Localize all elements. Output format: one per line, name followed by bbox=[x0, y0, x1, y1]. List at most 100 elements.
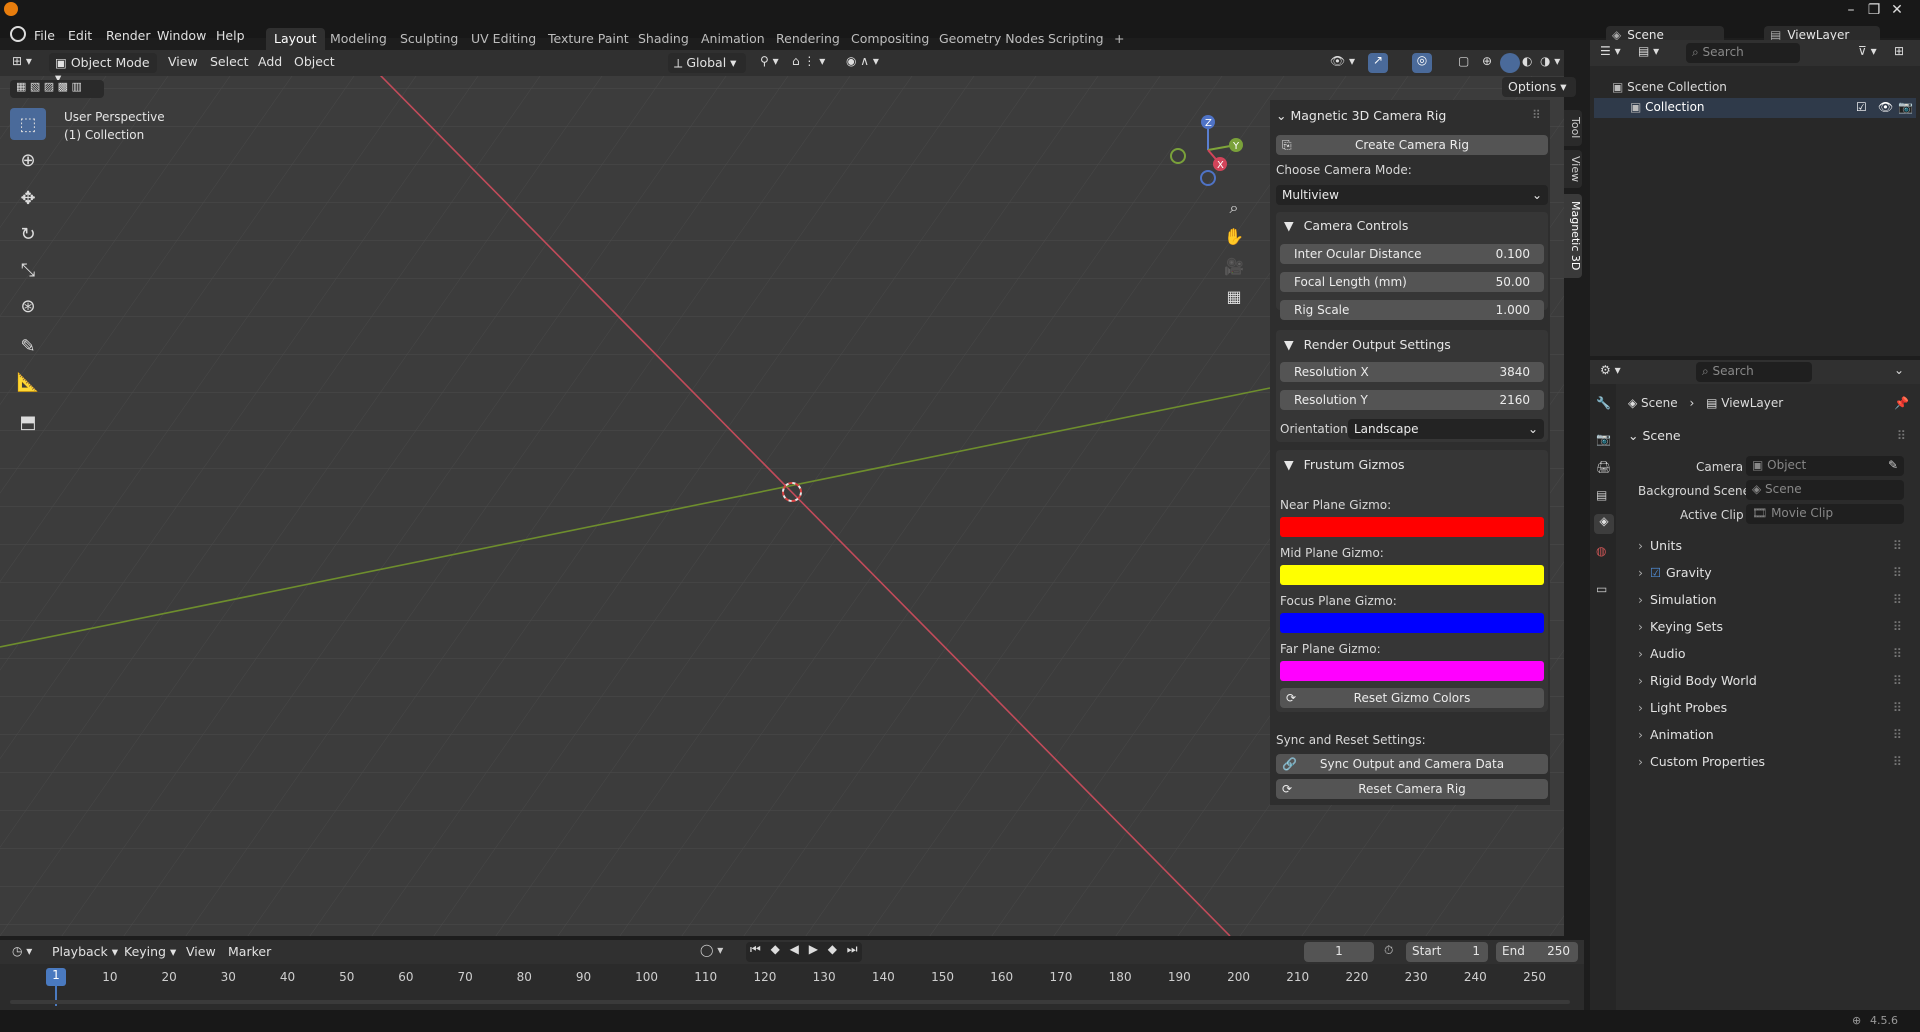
camera-view-icon[interactable]: 🎥 bbox=[1220, 252, 1248, 280]
shading-solid-icon[interactable] bbox=[1500, 53, 1520, 73]
close-window-button[interactable]: ✕ bbox=[1874, 0, 1920, 22]
overlay-toggle-icon[interactable]: ◎ bbox=[1412, 53, 1432, 73]
drag-handle-icon[interactable]: ⠿ bbox=[1893, 673, 1902, 688]
rig-scale-field[interactable]: Rig Scale 1.000 bbox=[1280, 300, 1544, 320]
drag-handle-icon[interactable]: ⠿ bbox=[1893, 565, 1902, 580]
drag-handle-icon[interactable]: ⠿ bbox=[1893, 700, 1902, 715]
inter-ocular-distance-field[interactable]: Inter Ocular Distance 0.100 bbox=[1280, 244, 1544, 264]
move-tool[interactable]: ✥ bbox=[10, 182, 46, 214]
tab-geometry-nodes[interactable]: Geometry Nodes bbox=[931, 28, 1052, 50]
exclude-checkbox-icon[interactable]: ☑ bbox=[1856, 100, 1867, 114]
menu-help[interactable]: Help bbox=[216, 28, 245, 43]
far-plane-color-swatch[interactable] bbox=[1280, 661, 1544, 681]
panel-gravity[interactable]: › ☑ Gravity ⠿ bbox=[1638, 565, 1908, 587]
xray-icon[interactable]: ▢ bbox=[1458, 54, 1469, 68]
panel-custom-properties[interactable]: › Custom Properties ⠿ bbox=[1638, 754, 1908, 776]
outliner-search-input[interactable]: ⌕ Search bbox=[1686, 43, 1800, 63]
output-props-icon[interactable]: 🖨 bbox=[1596, 460, 1611, 474]
menu-window[interactable]: Window bbox=[157, 28, 206, 43]
tool-props-icon[interactable]: 🔧 bbox=[1596, 396, 1611, 410]
panel-audio[interactable]: › Audio ⠿ bbox=[1638, 646, 1908, 668]
tab-texture-paint[interactable]: Texture Paint bbox=[540, 28, 637, 50]
transform-orientation-dropdown[interactable]: ⟂ Global ▾ bbox=[668, 53, 746, 73]
panel-keying-sets[interactable]: › Keying Sets ⠿ bbox=[1638, 619, 1908, 641]
visibility-icon[interactable]: 👁 ▾ bbox=[1330, 54, 1355, 68]
auto-keying-icon[interactable]: ◯ ▾ bbox=[700, 943, 723, 957]
sync-output-camera-button[interactable]: 🔗 Sync Output and Camera Data bbox=[1276, 754, 1548, 774]
camera-mode-dropdown[interactable]: Multiview ⌄ bbox=[1276, 185, 1548, 205]
tab-animation[interactable]: Animation bbox=[693, 28, 773, 50]
playhead-frame-badge[interactable]: 1 bbox=[46, 968, 66, 986]
outliner-row-scene-collection[interactable]: ▣ Scene Collection bbox=[1612, 80, 1727, 94]
rotate-tool[interactable]: ↻ bbox=[10, 218, 46, 250]
outliner-row-collection[interactable]: ▣ Collection ☑ 👁 📷 bbox=[1594, 98, 1916, 118]
display-mode-icon[interactable]: ▤ ▾ bbox=[1638, 44, 1659, 58]
panel-animation[interactable]: › Animation ⠿ bbox=[1638, 727, 1908, 749]
render-camera-icon[interactable]: 📷 bbox=[1898, 100, 1913, 114]
perspective-toggle-icon[interactable]: ▦ bbox=[1220, 282, 1248, 310]
scene-props-icon[interactable]: ◈ bbox=[1594, 514, 1614, 534]
create-camera-rig-button[interactable]: ⎘ Create Camera Rig bbox=[1276, 135, 1548, 155]
camera-controls-header[interactable]: ▼ Camera Controls bbox=[1284, 218, 1408, 233]
drag-handle-icon[interactable]: ⠿ bbox=[1893, 727, 1902, 742]
menu-playback[interactable]: Playback ▾ bbox=[52, 944, 118, 959]
panel-light-probes[interactable]: › Light Probes ⠿ bbox=[1638, 700, 1908, 722]
mid-plane-color-swatch[interactable] bbox=[1280, 565, 1544, 585]
shading-material-icon[interactable]: ◐ bbox=[1522, 54, 1532, 68]
proportional-edit-icon[interactable]: ◉ ∧ ▾ bbox=[846, 54, 879, 68]
add-workspace-button[interactable]: + bbox=[1106, 28, 1132, 50]
menu-keying[interactable]: Keying ▾ bbox=[124, 944, 176, 959]
properties-options-icon[interactable]: ⌄ bbox=[1894, 363, 1904, 377]
orientation-dropdown[interactable]: Landscape ⌄ bbox=[1348, 419, 1544, 439]
panel-simulation[interactable]: › Simulation ⠿ bbox=[1638, 592, 1908, 614]
tab-uv-editing[interactable]: UV Editing bbox=[463, 28, 544, 50]
menu-timeline-view[interactable]: View bbox=[186, 944, 216, 959]
drag-handle-icon[interactable]: ⠿ bbox=[1893, 592, 1902, 607]
world-props-icon[interactable]: ◍ bbox=[1596, 544, 1606, 558]
start-frame-field[interactable]: Start 1 bbox=[1406, 942, 1488, 962]
tab-shading[interactable]: Shading bbox=[630, 28, 697, 50]
shading-wireframe-icon[interactable]: ⊕ bbox=[1482, 54, 1492, 68]
transform-tool[interactable]: ⊛ bbox=[10, 290, 46, 322]
resolution-y-field[interactable]: Resolution Y 2160 bbox=[1280, 390, 1544, 410]
shading-rendered-icon[interactable]: ◑ ▾ bbox=[1540, 54, 1560, 68]
add-cube-tool[interactable]: ⬒ bbox=[10, 406, 46, 438]
menu-select[interactable]: Select bbox=[210, 54, 249, 69]
panel-drag-handle-icon[interactable]: ⠿ bbox=[1532, 108, 1541, 122]
pivot-icon[interactable]: ⚲ ▾ bbox=[760, 54, 779, 68]
current-frame-field[interactable]: 1 bbox=[1304, 942, 1374, 962]
drag-handle-icon[interactable]: ⠿ bbox=[1897, 428, 1906, 443]
scale-tool[interactable]: ⤡ bbox=[10, 254, 46, 286]
annotate-tool[interactable]: ✎ bbox=[10, 330, 46, 362]
frustum-gizmos-header[interactable]: ▼ Frustum Gizmos bbox=[1284, 457, 1405, 472]
background-scene-field[interactable]: ◈ Scene bbox=[1746, 480, 1904, 500]
menu-render[interactable]: Render bbox=[106, 28, 151, 43]
render-props-icon[interactable]: 📷 bbox=[1596, 432, 1611, 446]
eyedropper-icon[interactable]: ✎ bbox=[1888, 458, 1898, 472]
tab-scripting[interactable]: Scripting bbox=[1040, 28, 1112, 50]
gizmo-toggle-icon[interactable]: ↗ bbox=[1368, 53, 1388, 73]
scene-section-header[interactable]: ⌄ Scene ⠿ bbox=[1628, 428, 1912, 443]
panel-rigid-body-world[interactable]: › Rigid Body World ⠿ bbox=[1638, 673, 1908, 695]
tab-tool[interactable]: Tool bbox=[1564, 110, 1582, 146]
cursor-tool[interactable]: ⊕ bbox=[10, 144, 46, 176]
drag-handle-icon[interactable]: ⠿ bbox=[1893, 538, 1902, 553]
new-collection-icon[interactable]: ⊞ bbox=[1894, 44, 1904, 58]
panel-units[interactable]: › Units ⠿ bbox=[1638, 538, 1908, 560]
tab-magnetic-3d[interactable]: Magnetic 3D bbox=[1564, 194, 1582, 278]
timeline-scrollbar[interactable] bbox=[10, 1000, 1570, 1004]
tab-view[interactable]: View bbox=[1564, 150, 1582, 188]
snap-icon[interactable]: ⌂ ⋮ ▾ bbox=[792, 54, 825, 68]
pan-hand-icon[interactable]: ✋ bbox=[1220, 222, 1248, 250]
menu-object[interactable]: Object bbox=[294, 54, 335, 69]
outliner-editor-type-icon[interactable]: ☰ ▾ bbox=[1600, 44, 1621, 58]
reset-camera-rig-button[interactable]: ⟳ Reset Camera Rig bbox=[1276, 779, 1548, 799]
select-box-tool[interactable]: ⬚ bbox=[10, 108, 46, 140]
render-output-header[interactable]: ▼ Render Output Settings bbox=[1284, 337, 1451, 352]
tab-compositing[interactable]: Compositing bbox=[843, 28, 937, 50]
tab-layout[interactable]: Layout bbox=[266, 28, 325, 50]
options-dropdown[interactable]: Options ▾ bbox=[1502, 77, 1576, 97]
filter-icon[interactable]: ⊽ ▾ bbox=[1858, 44, 1877, 58]
editor-type-icon[interactable]: ⊞ ▾ bbox=[12, 54, 32, 68]
reset-gizmo-colors-button[interactable]: ⟳ Reset Gizmo Colors bbox=[1280, 688, 1544, 708]
